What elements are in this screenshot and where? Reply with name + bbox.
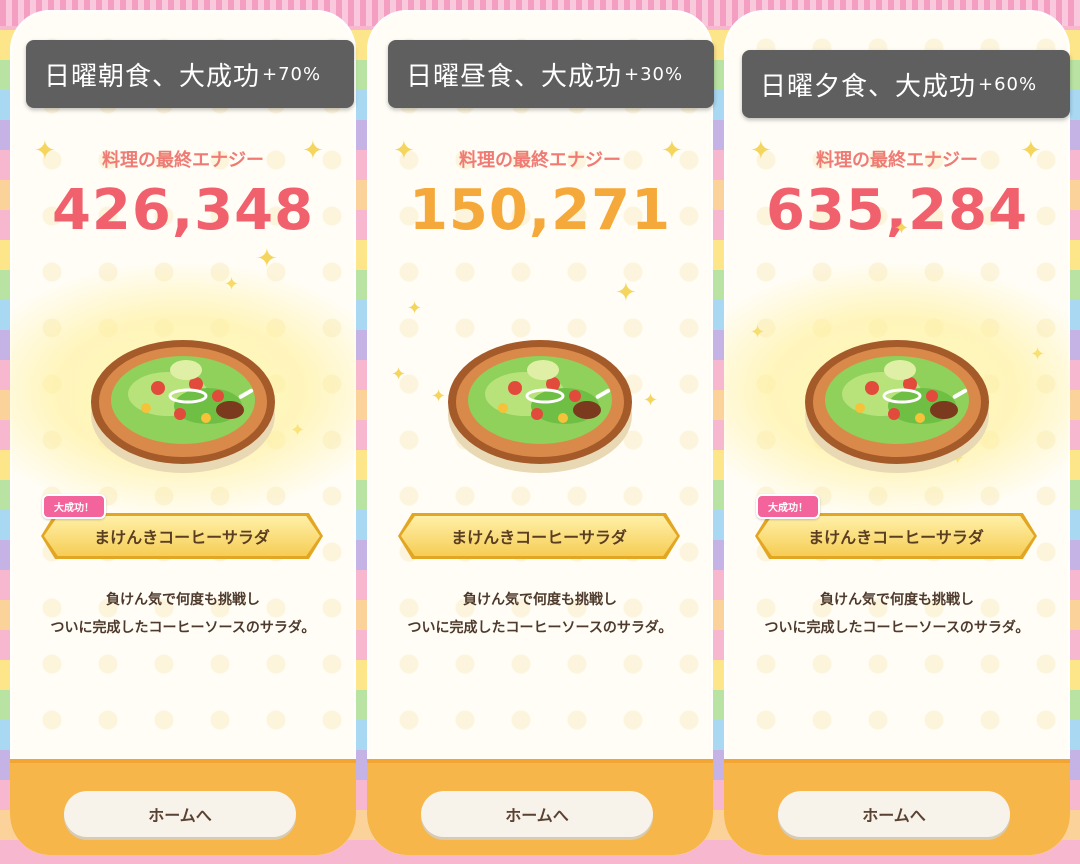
energy-value: 150,271 (408, 178, 672, 243)
meal-result-banner-dinner: 日曜夕食、大成功 +60% (742, 50, 1070, 118)
bottom-bar: ホームへ (724, 759, 1070, 855)
sparkle-icon: ✦ (393, 136, 415, 166)
banner-title: 日曜昼食、大成功 (406, 61, 623, 92)
salad-dish-icon (89, 338, 277, 475)
salad-dish-icon (446, 338, 634, 475)
sparkle-icon: ✦ (431, 386, 447, 407)
meal-result-banner-lunch: 日曜昼食、大成功 +30% (388, 40, 714, 108)
home-button[interactable]: ホームへ (778, 791, 1010, 837)
salad-dish-icon (803, 338, 991, 475)
result-panel-lunch: 料理の最終エナジー 150,271 ✦ ✦ ✦ ✦ ✦ ✦ ✦ まけんきコーヒー… (367, 10, 713, 855)
description-line-1: 負けん気で何度も挑戦し (463, 592, 617, 608)
dish-name: まけんきコーヒーサラダ (401, 516, 677, 556)
banner-bonus: +30% (624, 63, 684, 85)
sparkle-icon: ✦ (750, 136, 772, 166)
description-line-1: 負けん気で何度も挑戦し (820, 592, 974, 608)
description-line-2: ついに完成したコーヒーソースのサラダ。 (50, 620, 316, 636)
dish-description: 負けん気で何度も挑戦し ついに完成したコーヒーソースのサラダ。 (724, 586, 1070, 642)
sparkle-icon: ✦ (34, 136, 56, 166)
sparkle-icon: ✦ (643, 390, 659, 411)
dish-name: まけんきコーヒーサラダ (44, 516, 320, 556)
dish-name: まけんきコーヒーサラダ (758, 516, 1034, 556)
dish-description: 負けん気で何度も挑戦し ついに完成したコーヒーソースのサラダ。 (10, 586, 356, 642)
home-button[interactable]: ホームへ (64, 791, 296, 837)
sparkle-icon: ✦ (302, 136, 324, 166)
description-line-2: ついに完成したコーヒーソースのサラダ。 (407, 620, 673, 636)
energy-value: 426,348 (51, 178, 315, 243)
sparkle-icon: ✦ (615, 278, 637, 308)
meal-result-banner-breakfast: 日曜朝食、大成功 +70% (26, 40, 354, 108)
result-panel-breakfast: 料理の最終エナジー 426,348 ✦ ✦ ✦ ✦ ✦ まけんきコーヒーサラダ … (10, 10, 356, 855)
banner-title: 日曜夕食、大成功 (760, 71, 977, 102)
banner-title: 日曜朝食、大成功 (44, 61, 261, 92)
sparkle-icon: ✦ (407, 298, 423, 319)
sparkle-icon: ✦ (661, 136, 683, 166)
bottom-bar: ホームへ (367, 759, 713, 855)
description-line-2: ついに完成したコーヒーソースのサラダ。 (764, 620, 1030, 636)
dish-description: 負けん気で何度も挑戦し ついに完成したコーヒーソースのサラダ。 (367, 586, 713, 642)
sparkle-icon: ✦ (391, 364, 407, 385)
home-button[interactable]: ホームへ (421, 791, 653, 837)
result-panel-dinner: 料理の最終エナジー 635,284 ✦ ✦ ✦ ✦ ✦ ✦ まけんきコーヒーサラ… (724, 10, 1070, 855)
sparkle-icon: ✦ (1020, 136, 1042, 166)
energy-label: 料理の最終エナジー (816, 150, 978, 171)
bottom-bar: ホームへ (10, 759, 356, 855)
great-success-badge: 大成功！ (756, 494, 820, 519)
great-success-badge: 大成功！ (42, 494, 106, 519)
description-line-1: 負けん気で何度も挑戦し (106, 592, 260, 608)
banner-bonus: +60% (978, 73, 1038, 95)
banner-bonus: +70% (262, 63, 322, 85)
sparkle-icon: ✦ (894, 218, 910, 239)
